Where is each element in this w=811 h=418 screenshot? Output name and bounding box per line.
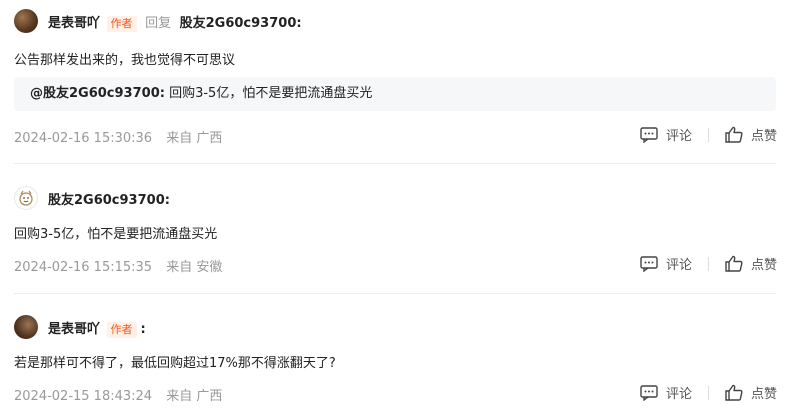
action-divider bbox=[707, 256, 709, 271]
like-button[interactable]: 点赞 bbox=[725, 254, 777, 273]
comment-actions: 评论 点赞 bbox=[640, 383, 777, 402]
comment-header: 是表哥吖 作者 回复 股友2G60c93700: bbox=[48, 12, 302, 32]
comment-location: 来自 广西 bbox=[166, 389, 223, 404]
thumbs-up-icon bbox=[725, 384, 743, 401]
comment-icon bbox=[640, 255, 658, 272]
reply-word: 回复 bbox=[145, 16, 172, 31]
like-label: 点赞 bbox=[750, 387, 777, 402]
comment-time: 2024-02-16 15:15:35 bbox=[14, 260, 153, 275]
comment-label: 评论 bbox=[665, 129, 692, 144]
like-button[interactable]: 点赞 bbox=[725, 125, 777, 144]
author-name[interactable]: 是表哥吖 bbox=[48, 322, 100, 337]
comment-meta: 2024-02-16 15:30:36 来自 广西 bbox=[14, 127, 222, 146]
comment-item: 是表哥吖 作者: 若是那样可不得了，最低回购超过17%那不得涨翻天了? 2024… bbox=[0, 295, 811, 418]
author-badge: 作者 bbox=[106, 322, 137, 338]
comment-label: 评论 bbox=[665, 258, 692, 273]
comment-text: 回购3-5亿，怕不是要把流通盘买光 bbox=[14, 227, 218, 242]
quoted-comment: @股友2G60c93700: 回购3-5亿，怕不是要把流通盘买光 bbox=[14, 77, 776, 111]
thumbs-up-icon bbox=[725, 255, 743, 272]
quoted-text: 回购3-5亿，怕不是要把流通盘买光 bbox=[169, 86, 373, 101]
comment-location: 来自 安徽 bbox=[166, 260, 223, 275]
comment-text: 公告那样发出来的，我也觉得不可思议 bbox=[14, 53, 236, 68]
comment-divider bbox=[14, 163, 776, 164]
like-label: 点赞 bbox=[750, 258, 777, 273]
comment-icon bbox=[640, 126, 658, 143]
thumbs-up-icon bbox=[725, 126, 743, 143]
comment-text: 若是那样可不得了，最低回购超过17%那不得涨翻天了? bbox=[14, 356, 336, 371]
comment-label: 评论 bbox=[665, 387, 692, 402]
like-label: 点赞 bbox=[750, 129, 777, 144]
quoted-author[interactable]: @股友2G60c93700: bbox=[30, 86, 165, 101]
avatar[interactable] bbox=[14, 315, 38, 339]
comment-icon bbox=[640, 384, 658, 401]
comment-actions: 评论 点赞 bbox=[640, 125, 777, 144]
avatar[interactable] bbox=[14, 9, 38, 33]
author-name[interactable]: 股友2G60c93700: bbox=[48, 189, 170, 208]
reply-target-name[interactable]: 股友2G60c93700: bbox=[180, 16, 302, 31]
like-button[interactable]: 点赞 bbox=[725, 383, 777, 402]
comment-item: 是表哥吖 作者 回复 股友2G60c93700: 公告那样发出来的，我也觉得不可… bbox=[0, 0, 811, 160]
comment-button[interactable]: 评论 bbox=[640, 383, 692, 402]
avatar[interactable] bbox=[14, 186, 38, 210]
comment-button[interactable]: 评论 bbox=[640, 254, 692, 273]
comment-divider bbox=[14, 293, 776, 294]
comment-meta: 2024-02-15 18:43:24 来自 广西 bbox=[14, 385, 222, 404]
comment-time: 2024-02-15 18:43:24 bbox=[14, 389, 153, 404]
action-divider bbox=[707, 385, 709, 400]
comment-item: 股友2G60c93700: 回购3-5亿，怕不是要把流通盘买光 2024-02-… bbox=[0, 165, 811, 295]
default-avatar-icon bbox=[19, 190, 33, 206]
header-colon: : bbox=[140, 322, 146, 337]
comment-header: 是表哥吖 作者: bbox=[48, 318, 146, 338]
comment-location: 来自 广西 bbox=[166, 131, 223, 146]
comment-meta: 2024-02-16 15:15:35 来自 安徽 bbox=[14, 256, 222, 275]
author-name[interactable]: 是表哥吖 bbox=[48, 16, 100, 31]
comment-time: 2024-02-16 15:30:36 bbox=[14, 131, 153, 146]
comment-button[interactable]: 评论 bbox=[640, 125, 692, 144]
comment-actions: 评论 点赞 bbox=[640, 254, 777, 273]
author-badge: 作者 bbox=[106, 16, 137, 32]
action-divider bbox=[707, 127, 709, 142]
